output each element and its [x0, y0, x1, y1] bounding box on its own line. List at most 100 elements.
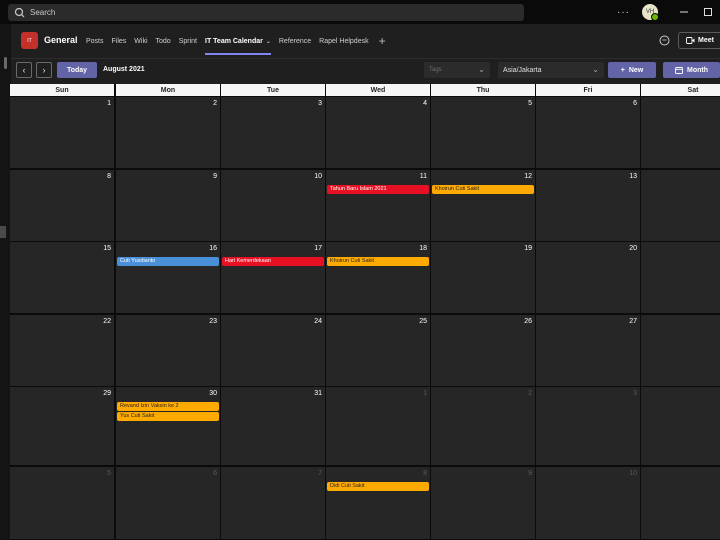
- day-number: 27: [629, 318, 637, 325]
- calendar-day-cell[interactable]: 6: [116, 467, 220, 539]
- calendar-day-cell[interactable]: 10: [536, 467, 640, 539]
- calendar-day-cell[interactable]: 25: [326, 315, 430, 386]
- tab-wiki[interactable]: Wiki: [134, 24, 147, 58]
- tab-rapel-helpdesk[interactable]: Rapel Helpdesk: [319, 24, 368, 58]
- calendar-day-cell[interactable]: 3: [536, 387, 640, 465]
- calendar-event[interactable]: Khoirun Cuti Sakit: [432, 185, 534, 194]
- calendar-day-cell[interactable]: 27: [536, 315, 640, 386]
- day-number: 12: [524, 173, 532, 180]
- avatar[interactable]: VH: [642, 4, 659, 21]
- tab-posts[interactable]: Posts: [86, 24, 104, 58]
- calendar-day-cell[interactable]: 1: [10, 97, 114, 168]
- calendar-day-cell[interactable]: 3: [221, 97, 325, 168]
- add-tab-button[interactable]: +: [379, 34, 386, 48]
- tags-select[interactable]: Tags ⌄: [424, 62, 490, 78]
- search-input[interactable]: Search: [8, 4, 524, 21]
- calendar-day-cell[interactable]: 14: [641, 170, 720, 241]
- calendar-event[interactable]: Didi Cuti Sakit: [327, 482, 429, 491]
- search-icon: [14, 7, 25, 17]
- calendar-day-cell[interactable]: 7: [641, 97, 720, 168]
- timezone-select[interactable]: Asia/Jakarta ⌄: [498, 62, 604, 78]
- day-number: 3: [633, 390, 637, 397]
- today-button[interactable]: Today: [57, 62, 97, 78]
- calendar-event[interactable]: Cuti Yusdianto: [117, 257, 219, 266]
- calendar-day-cell[interactable]: 24: [221, 315, 325, 386]
- prev-month-button[interactable]: ‹: [16, 62, 32, 78]
- calendar-event[interactable]: Yus Cuti Sakit: [117, 412, 219, 421]
- calendar-day-cell[interactable]: 16 Cuti Yusdianto: [116, 242, 220, 313]
- view-select-button[interactable]: Month: [663, 62, 720, 78]
- tab-reference[interactable]: Reference: [279, 24, 311, 58]
- maximize-button[interactable]: [696, 0, 720, 24]
- calendar-day-cell[interactable]: 9: [431, 467, 535, 539]
- calendar-day-cell[interactable]: 26: [431, 315, 535, 386]
- day-number: 10: [314, 173, 322, 180]
- calendar-day-cell[interactable]: 1: [326, 387, 430, 465]
- calendar-day-cell[interactable]: 2: [431, 387, 535, 465]
- tab-files[interactable]: Files: [112, 24, 127, 58]
- calendar-toolbar: ‹ › Today August 2021 Tags ⌄ Asia/Jakart…: [11, 58, 720, 84]
- calendar-day-cell[interactable]: 30 Revand Izin Vaksin ke 2 Yus Cuti Sakit: [116, 387, 220, 465]
- calendar-day-cell[interactable]: 19: [431, 242, 535, 313]
- calendar-day-cell[interactable]: 8 Didi Cuti Sakit: [326, 467, 430, 539]
- search-placeholder: Search: [30, 8, 56, 17]
- calendar-day-cell[interactable]: 5: [431, 97, 535, 168]
- weekday-header-tue: Tue: [221, 84, 325, 96]
- calendar-event[interactable]: Khoirun Cuti Sakit: [327, 257, 429, 266]
- calendar-day-cell[interactable]: 10: [221, 170, 325, 241]
- minimize-button[interactable]: [672, 0, 696, 24]
- calendar-day-cell[interactable]: 28: [641, 315, 720, 386]
- day-number: 1: [107, 100, 111, 107]
- calendar-day-cell[interactable]: 8: [10, 170, 114, 241]
- calendar-day-cell[interactable]: 11: [641, 467, 720, 539]
- calendar-day-cell[interactable]: 4: [326, 97, 430, 168]
- calendar-day-cell[interactable]: 15: [10, 242, 114, 313]
- tab-todo[interactable]: Todo: [156, 24, 171, 58]
- rail-collapse-handle[interactable]: [0, 226, 6, 238]
- calendar-day-cell[interactable]: 4: [641, 387, 720, 465]
- calendar-day-cell[interactable]: 11 Tahun Baru Islam 2021: [326, 170, 430, 241]
- day-number: 13: [629, 173, 637, 180]
- calendar-day-cell[interactable]: 7: [221, 467, 325, 539]
- day-number: 16: [209, 245, 217, 252]
- current-month-label: August 2021: [103, 66, 145, 73]
- calendar-event[interactable]: Tahun Baru Islam 2021: [327, 185, 429, 194]
- calendar-week-row: 1 2 3 4 5 67: [10, 97, 720, 168]
- tab-label: Wiki: [134, 37, 148, 45]
- weekday-header-wed: Wed: [326, 84, 430, 96]
- conversation-icon[interactable]: [659, 35, 670, 46]
- next-month-button[interactable]: ›: [36, 62, 52, 78]
- day-number: 22: [103, 318, 111, 325]
- calendar-day-cell[interactable]: 12 Khoirun Cuti Sakit: [431, 170, 535, 241]
- day-number: 24: [314, 318, 322, 325]
- weekday-header-row: Sun Mon Tue Wed Thu Fri Sat: [10, 84, 720, 96]
- calendar-day-cell[interactable]: 6: [536, 97, 640, 168]
- calendar-day-cell[interactable]: 23: [116, 315, 220, 386]
- calendar-day-cell[interactable]: 2: [116, 97, 220, 168]
- calendar-day-cell[interactable]: 29: [10, 387, 114, 465]
- calendar-day-cell[interactable]: 17 Hari Kemerdekaan: [221, 242, 325, 313]
- meet-button[interactable]: Meet: [678, 32, 720, 49]
- calendar-day-cell[interactable]: 31: [221, 387, 325, 465]
- calendar-day-cell[interactable]: 13: [536, 170, 640, 241]
- day-number: 26: [524, 318, 532, 325]
- calendar-event[interactable]: Revand Izin Vaksin ke 2: [117, 402, 219, 411]
- calendar-week-row: 22 23 24 25 26 27 28: [10, 315, 720, 386]
- tab-it-team-calendar[interactable]: IT Team Calendar ⌄: [205, 24, 271, 58]
- calendar-day-cell[interactable]: 5: [10, 467, 114, 539]
- calendar-day-cell[interactable]: 21: [641, 242, 720, 313]
- calendar-day-cell[interactable]: 18 Khoirun Cuti Sakit: [326, 242, 430, 313]
- calendar-day-cell[interactable]: 22: [10, 315, 114, 386]
- tab-label: Reference: [278, 37, 312, 45]
- rail-scroll-handle[interactable]: [4, 57, 7, 69]
- calendar-event[interactable]: Hari Kemerdekaan: [222, 257, 324, 266]
- calendar-week-row: 8 9 10 11 Tahun Baru Islam 2021 12 Khoirun Cut…: [10, 170, 720, 241]
- new-event-button[interactable]: + New: [608, 62, 656, 78]
- chevron-down-icon[interactable]: ⌄: [266, 38, 271, 45]
- calendar-day-cell[interactable]: 20: [536, 242, 640, 313]
- calendar-day-cell[interactable]: 9: [116, 170, 220, 241]
- day-number: 5: [528, 100, 532, 107]
- day-number: 19: [524, 245, 532, 252]
- more-options-button[interactable]: ···: [617, 7, 630, 18]
- tab-sprint[interactable]: Sprint: [179, 24, 197, 58]
